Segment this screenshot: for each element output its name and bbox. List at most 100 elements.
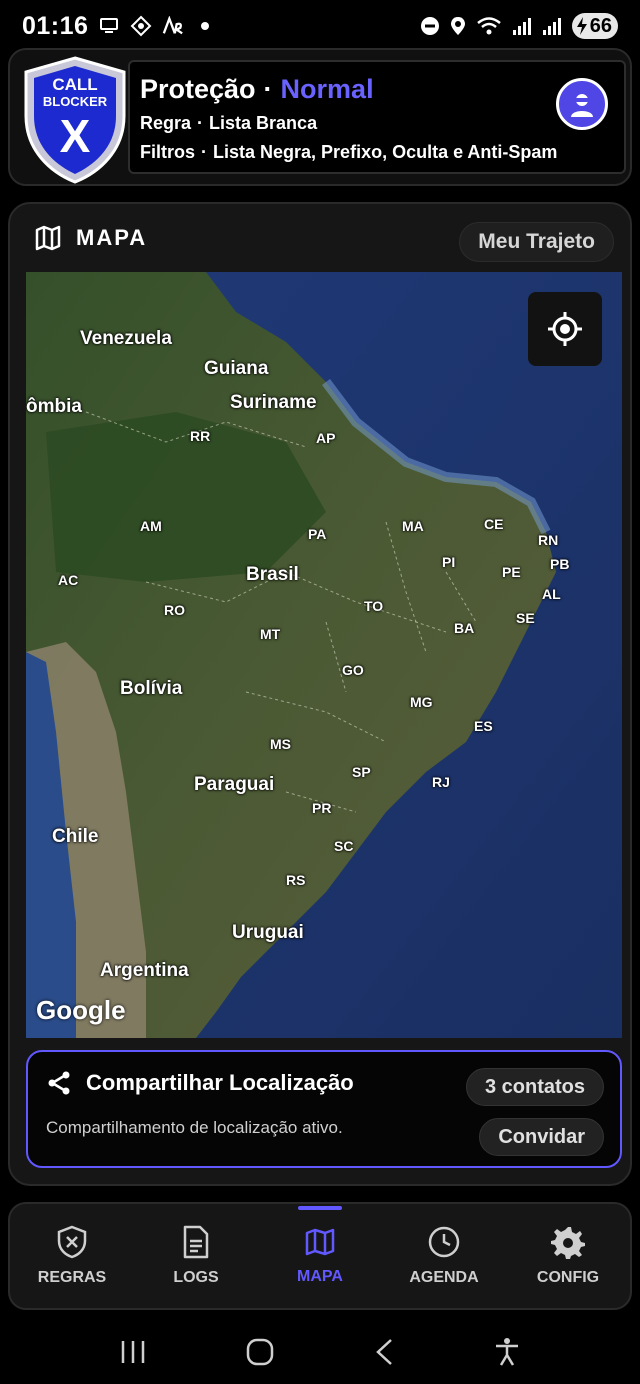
map-title: MAPA [76, 225, 148, 250]
bottom-nav: REGRAS LOGS MAPA AGENDA CONFIG [8, 1202, 632, 1310]
nav-label: AGENDA [409, 1269, 479, 1286]
map-label-state: SE [516, 610, 535, 626]
system-nav-bar [0, 1320, 640, 1384]
map-icon [35, 225, 61, 251]
map-label-state: RN [538, 532, 559, 548]
map-view[interactable]: Venezuela Guiana Suriname ômbia Brasil B… [26, 272, 622, 1038]
gear-icon [551, 1227, 585, 1259]
charging-icon [576, 17, 587, 35]
map-header: MAPA [34, 224, 147, 252]
filters-label: Filtros [140, 142, 196, 162]
document-icon [183, 1225, 209, 1259]
call-blocker-logo: CALL BLOCKER X [20, 54, 130, 184]
map-label-state: AL [542, 586, 561, 602]
rule-line: Regra · Lista Branca [140, 113, 614, 134]
dot-icon [194, 15, 216, 37]
map-label-country: Chile [52, 826, 99, 847]
rule-separator: · [197, 113, 204, 133]
map-label-state: SC [334, 838, 354, 854]
map-label-country: ômbia [26, 396, 82, 417]
map-label-state: TO [364, 598, 384, 614]
invite-button[interactable]: Convidar [479, 1118, 604, 1156]
map-label-state: PA [308, 526, 327, 542]
map-label-state: AM [140, 518, 162, 534]
svg-text:BLOCKER: BLOCKER [43, 94, 108, 109]
profile-avatar[interactable] [556, 78, 608, 130]
filters-separator: · [201, 142, 208, 162]
share-title: Compartilhar Localização [86, 1070, 354, 1095]
clock-icon [428, 1226, 460, 1258]
accessibility-icon[interactable] [493, 1337, 521, 1367]
map-label-state: ES [474, 718, 493, 734]
protection-status: Normal [280, 74, 374, 104]
map-label-state: AP [316, 430, 336, 446]
user-icon [571, 94, 593, 117]
battery-level: 66 [589, 14, 612, 37]
crosshair-icon [548, 312, 582, 346]
svg-text:X: X [60, 110, 91, 162]
map-label-country: Guiana [204, 358, 269, 379]
google-attribution: Google [36, 995, 126, 1025]
map-label-state: PE [502, 564, 521, 580]
share-subtitle: Compartilhamento de localização ativo. [46, 1118, 343, 1137]
map-label-state: PR [312, 800, 332, 816]
map-label-state: MT [260, 626, 281, 642]
map-label-country: Suriname [230, 392, 317, 413]
map-label-state: MS [270, 736, 291, 752]
share-location-card: Compartilhar Localização Compartilhament… [26, 1050, 622, 1168]
map-label-state: MG [410, 694, 433, 710]
map-label-country: Argentina [100, 960, 189, 981]
map-label-state: RJ [432, 774, 450, 790]
nav-item-mapa[interactable]: MAPA [258, 1204, 382, 1308]
protection-header: CALL BLOCKER X Proteção · Normal Regra ·… [8, 48, 632, 186]
recent-apps-icon[interactable] [119, 1339, 147, 1365]
map-icon [305, 1228, 335, 1256]
my-location-button[interactable] [528, 292, 602, 366]
nav-item-config[interactable]: CONFIG [506, 1204, 630, 1308]
map-label-state: RR [190, 428, 211, 444]
status-bar: 01:16 66 [0, 0, 640, 52]
filters-line: Filtros · Lista Negra, Prefixo, Oculta e… [140, 142, 614, 163]
share-icon [48, 1071, 70, 1095]
protection-title: Proteção · Normal [140, 74, 614, 105]
map-label-country: Venezuela [80, 328, 172, 349]
map-label-state: BA [454, 620, 475, 636]
my-route-button[interactable]: Meu Trajeto [459, 222, 614, 262]
nav-item-agenda[interactable]: AGENDA [382, 1204, 506, 1308]
protection-label: Proteção [140, 74, 256, 104]
diamond-icon [130, 15, 152, 37]
map-label-state: GO [342, 662, 364, 678]
battery-indicator: 66 [571, 13, 618, 39]
back-icon[interactable] [373, 1337, 395, 1367]
map-label-state: RO [164, 602, 185, 618]
home-icon[interactable] [245, 1337, 275, 1367]
svg-text:CALL: CALL [52, 75, 97, 94]
dnd-icon [420, 17, 439, 35]
nav-item-regras[interactable]: REGRAS [10, 1204, 134, 1308]
shield-x-icon [57, 1225, 87, 1259]
map-label-country: Uruguai [232, 922, 304, 943]
rule-label: Regra [140, 113, 192, 133]
map-label-state: SP [352, 764, 371, 780]
signal-icon [512, 18, 531, 35]
ar-icon [162, 15, 184, 37]
screen-icon [98, 15, 120, 37]
map-label-state: CE [484, 516, 504, 532]
contacts-button[interactable]: 3 contatos [465, 1068, 604, 1106]
nav-label: MAPA [297, 1268, 343, 1285]
map-label-state: RS [286, 872, 306, 888]
title-separator: · [263, 74, 273, 104]
satellite-map [26, 272, 622, 1038]
protection-info-panel: Proteção · Normal Regra · Lista Branca F… [128, 60, 626, 174]
filters-value: Lista Negra, Prefixo, Oculta e Anti-Spam [213, 142, 558, 162]
location-pin-icon [450, 17, 465, 35]
map-label-country: Bolívia [120, 678, 183, 699]
nav-label: REGRAS [37, 1269, 107, 1286]
map-label-state: PB [550, 556, 570, 572]
map-label-country: Brasil [246, 564, 299, 585]
map-card: MAPA Meu Trajeto Venezuela Guiana Surina… [8, 202, 632, 1186]
signal-icon-2 [542, 18, 561, 35]
nav-item-logs[interactable]: LOGS [134, 1204, 258, 1308]
map-label-state: AC [58, 572, 79, 588]
map-label-state: MA [402, 518, 424, 534]
